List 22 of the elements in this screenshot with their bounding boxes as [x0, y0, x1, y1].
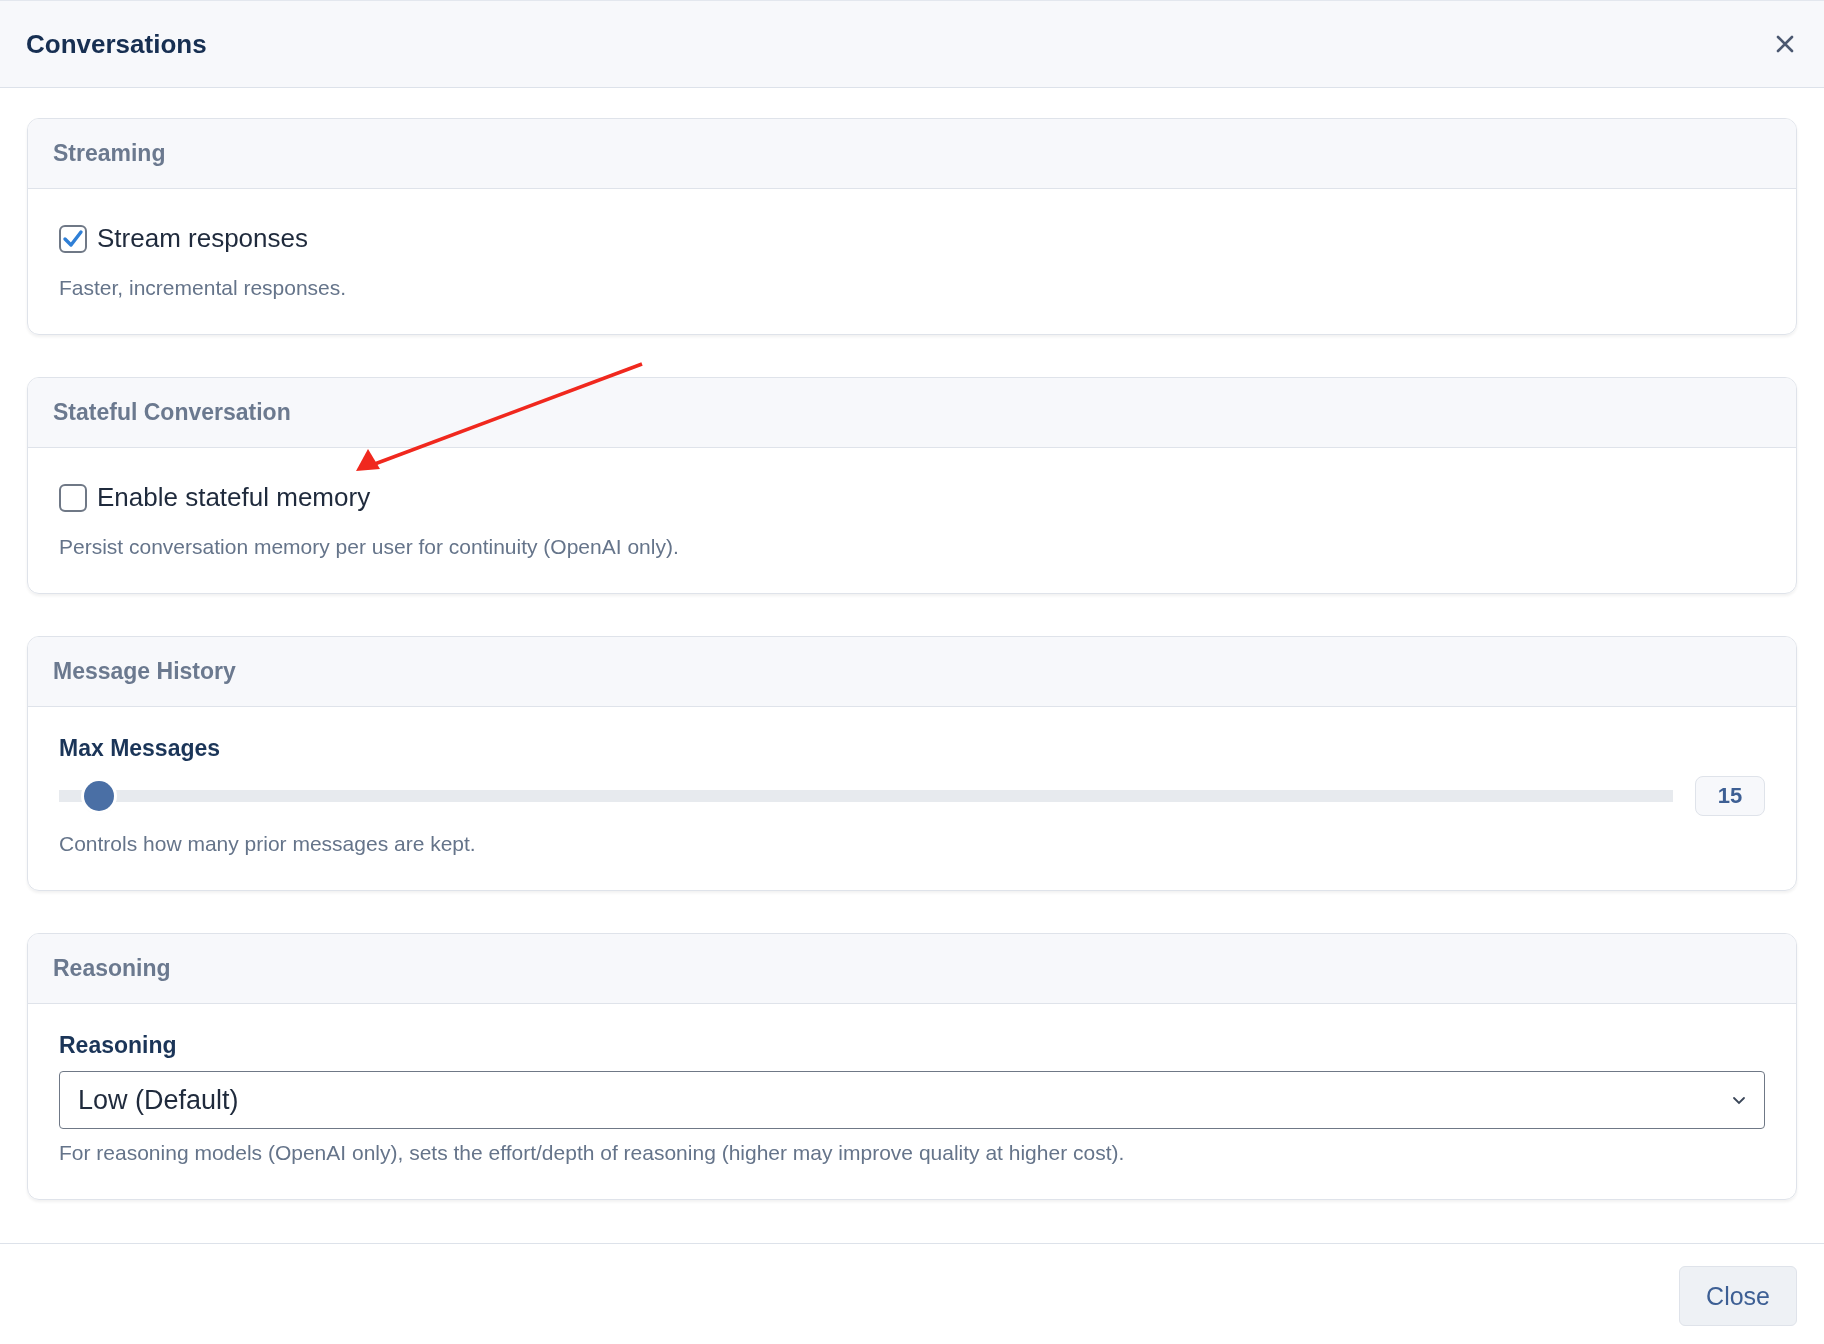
hint-text: Persist conversation memory per user for continuity (OpenAI only).	[59, 535, 680, 559]
checkbox-label: Stream responses	[97, 223, 308, 254]
dropdown-select[interactable]: Low (Default)	[59, 1071, 1765, 1129]
section-title: Message History	[53, 658, 236, 685]
field-label: Reasoning	[59, 1032, 178, 1059]
value-badge: 15	[1695, 776, 1765, 816]
section-title: Reasoning	[53, 955, 171, 982]
section-title: Stateful Conversation	[53, 399, 291, 426]
chevron-down-icon	[1732, 1095, 1746, 1105]
hint-text: Controls how many prior messages are kept.	[59, 832, 477, 856]
slider-thumb[interactable]	[84, 781, 115, 811]
window-title: Conversations	[26, 28, 207, 60]
field-label: Max Messages	[59, 735, 222, 762]
checkmark-icon	[62, 228, 84, 249]
hint-text: Faster, incremental responses.	[59, 276, 348, 300]
section-title: Streaming	[53, 140, 166, 167]
hint-text: For reasoning models (OpenAI only), sets the effort/depth of reasoning (higher may improve quality at higher cost).	[59, 1141, 1126, 1165]
checkbox-label: Enable stateful memory	[97, 482, 371, 513]
close-icon	[1776, 35, 1794, 53]
checkbox[interactable]	[59, 224, 87, 253]
close-button[interactable]: Close	[1679, 1266, 1797, 1326]
checkbox[interactable]	[59, 483, 87, 512]
